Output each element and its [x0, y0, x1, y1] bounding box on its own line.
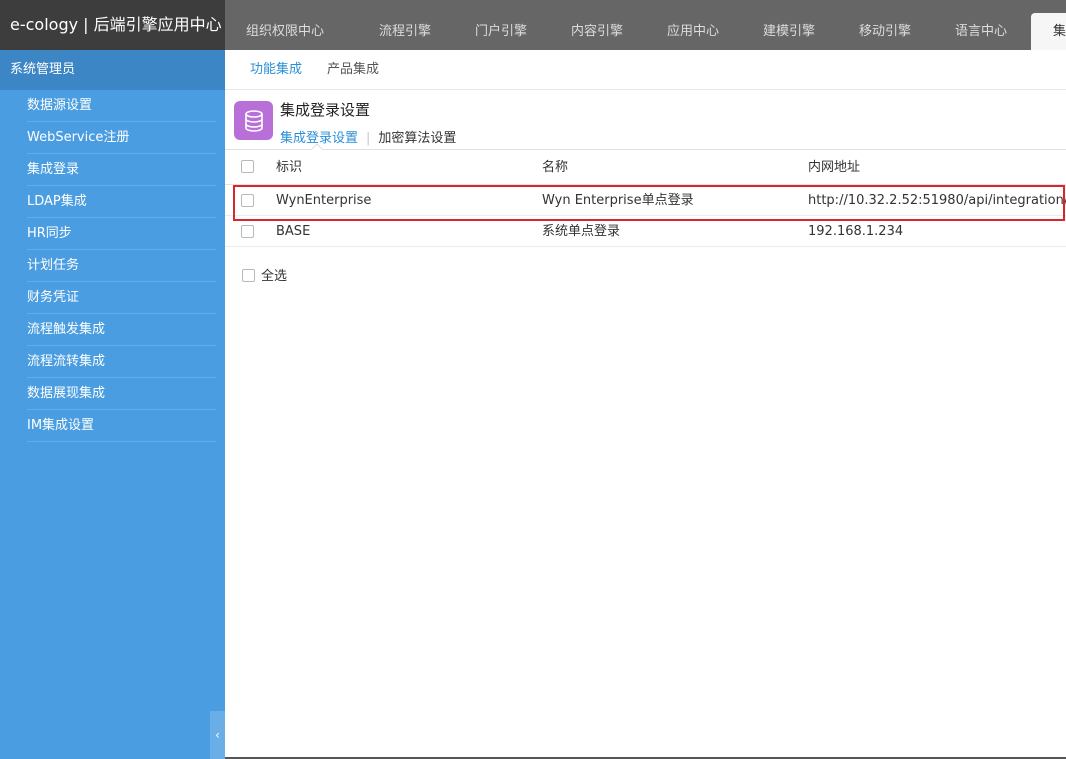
tab-content-engine[interactable]: 内容引擎 [549, 13, 645, 50]
sidebar: 系统管理员 数据源设置 WebService注册 集成登录 LDAP集成 HR同… [0, 50, 225, 759]
active-link-caret [311, 143, 323, 150]
sidebar-item-datasource[interactable]: 数据源设置 [27, 90, 216, 122]
select-all-checkbox[interactable] [242, 269, 255, 282]
database-icon [234, 101, 273, 140]
panel-header: 集成登录设置 集成登录设置 | 加密算法设置 [225, 90, 1066, 150]
sub-navigation: 功能集成 产品集成 [225, 50, 1066, 90]
sidebar-item-integrated-login[interactable]: 集成登录 [27, 154, 216, 186]
cell-id: BASE [276, 224, 311, 239]
sidebar-item-workflow-flow[interactable]: 流程流转集成 [27, 346, 216, 378]
cell-name: 系统单点登录 [542, 224, 621, 239]
table-row[interactable]: BASE 系统单点登录 192.168.1.234 [225, 216, 1066, 247]
app-title: e-cology | 后端引擎应用中心 [0, 0, 225, 50]
integration-table: 标识 名称 内网地址 WynEnterprise Wyn Enterprise单… [225, 150, 1066, 247]
column-header-name: 名称 [542, 160, 569, 175]
tab-org-permissions[interactable]: 组织权限中心 [237, 13, 333, 50]
tab-app-center[interactable]: 应用中心 [645, 13, 741, 50]
panel-links: 集成登录设置 | 加密算法设置 [280, 127, 456, 146]
sidebar-collapse-button[interactable]: ‹ [210, 711, 225, 759]
header-checkbox[interactable] [241, 160, 254, 173]
sidebar-item-webservice[interactable]: WebService注册 [27, 122, 216, 154]
row-checkbox[interactable] [241, 225, 254, 238]
sidebar-item-im-settings[interactable]: IM集成设置 [27, 410, 216, 442]
tab-language-center[interactable]: 语言中心 [933, 13, 1029, 50]
sidebar-item-financial-voucher[interactable]: 财务凭证 [27, 282, 216, 314]
tab-integration-center[interactable]: 集 [1031, 13, 1066, 50]
tab-portal-engine[interactable]: 门户引擎 [453, 13, 549, 50]
panel-title: 集成登录设置 [280, 101, 371, 119]
subnav-product-integration[interactable]: 产品集成 [327, 50, 379, 90]
link-encryption-settings[interactable]: 加密算法设置 [378, 131, 456, 146]
table-header: 标识 名称 内网地址 [225, 150, 1066, 185]
column-header-url: 内网地址 [808, 160, 861, 175]
select-all[interactable]: 全选 [242, 265, 287, 284]
sidebar-item-scheduled-tasks[interactable]: 计划任务 [27, 250, 216, 282]
row-checkbox[interactable] [241, 194, 254, 207]
tab-modeling-engine[interactable]: 建模引擎 [741, 13, 837, 50]
tab-workflow-engine[interactable]: 流程引擎 [357, 13, 453, 50]
sidebar-header: 系统管理员 [0, 50, 225, 90]
subnav-function-integration[interactable]: 功能集成 [250, 50, 302, 90]
chevron-left-icon: ‹ [215, 728, 220, 742]
cell-name: Wyn Enterprise单点登录 [542, 193, 694, 208]
sidebar-item-data-display[interactable]: 数据展现集成 [27, 378, 216, 410]
tab-mobile-engine[interactable]: 移动引擎 [837, 13, 933, 50]
main-content: 功能集成 产品集成 集成登录设置 集成登录设置 | 加密算法设置 标识 名称 内… [225, 50, 1066, 759]
top-bar: e-cology | 后端引擎应用中心 组织权限中心 流程引擎 门户引擎 内容引… [0, 0, 1066, 50]
cell-id: WynEnterprise [276, 193, 372, 208]
sidebar-item-ldap[interactable]: LDAP集成 [27, 186, 216, 218]
column-header-id: 标识 [276, 160, 303, 175]
table-row[interactable]: WynEnterprise Wyn Enterprise单点登录 http://… [225, 185, 1066, 216]
link-separator: | [366, 131, 371, 146]
sidebar-item-workflow-trigger[interactable]: 流程触发集成 [27, 314, 216, 346]
select-all-label: 全选 [261, 269, 288, 284]
sidebar-menu: 数据源设置 WebService注册 集成登录 LDAP集成 HR同步 计划任务… [0, 90, 225, 442]
sidebar-item-hr-sync[interactable]: HR同步 [27, 218, 216, 250]
cell-url: 192.168.1.234 [808, 224, 904, 239]
cell-url: http://10.32.2.52:51980/api/integration/… [808, 193, 1066, 208]
top-tabs: 组织权限中心 流程引擎 门户引擎 内容引擎 应用中心 建模引擎 移动引擎 语言中… [225, 0, 1066, 50]
